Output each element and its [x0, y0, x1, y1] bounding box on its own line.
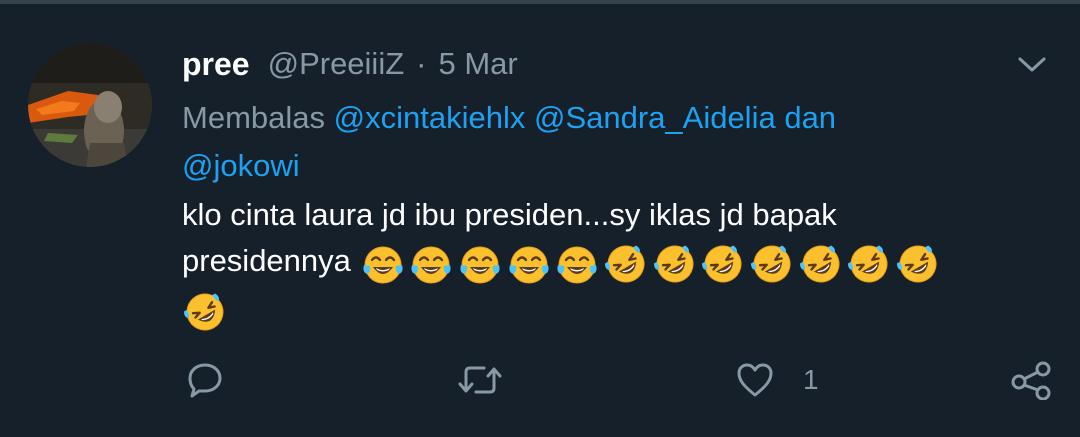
like-count: 1	[803, 364, 819, 395]
mention-xcintakiehlx[interactable]: @xcintakiehlx	[334, 100, 526, 135]
emoji-row	[182, 288, 231, 336]
rolling-on-the-floor-laughing-icon	[895, 241, 941, 287]
mention-sandra-aidelia[interactable]: @Sandra_Aidelia	[534, 100, 776, 135]
tweet-text-line-1: klo cinta laura jd ibu presiden...sy ikl…	[182, 197, 837, 232]
face-with-tears-of-joy-icon	[554, 241, 600, 287]
mention-jokowi[interactable]: @jokowi	[182, 148, 300, 183]
rolling-on-the-floor-laughing-icon	[603, 241, 649, 287]
retweet-button[interactable]	[456, 355, 504, 405]
display-name[interactable]: pree	[182, 46, 250, 83]
face-with-tears-of-joy-icon	[408, 241, 454, 287]
rolling-on-the-floor-laughing-icon	[182, 289, 228, 335]
rolling-on-the-floor-laughing-icon	[652, 241, 698, 287]
tweet-body: klo cinta laura jd ibu presiden...sy ikl…	[182, 192, 1032, 335]
face-with-tears-of-joy-icon	[360, 241, 406, 287]
rolling-on-the-floor-laughing-icon	[749, 241, 795, 287]
rolling-on-the-floor-laughing-icon	[798, 241, 844, 287]
retweet-icon	[458, 366, 502, 394]
user-handle[interactable]: @PreeiiiZ	[268, 46, 405, 82]
rolling-on-the-floor-laughing-icon	[700, 241, 746, 287]
reply-icon	[188, 363, 222, 398]
tweet-date[interactable]: 5 Mar	[438, 46, 517, 82]
reply-prefix: Membalas	[182, 100, 325, 135]
face-with-tears-of-joy-icon	[506, 241, 552, 287]
rolling-on-the-floor-laughing-icon	[846, 241, 892, 287]
tweet-text-line-2: presidennya	[182, 243, 351, 278]
reply-button[interactable]	[186, 355, 224, 405]
reply-context: Membalas @xcintakiehlx @Sandra_Aidelia d…	[182, 94, 982, 190]
like-button[interactable]: 1	[735, 355, 819, 405]
tweet-header: pree @PreeiiiZ · 5 Mar	[182, 44, 518, 84]
top-divider	[0, 0, 1080, 4]
tweet-actions: 1	[0, 355, 1080, 405]
share-icon	[1011, 361, 1051, 400]
separator-dot: ·	[416, 46, 427, 81]
face-with-tears-of-joy-icon	[457, 241, 503, 287]
reply-conjunction[interactable]: dan	[784, 100, 836, 135]
share-button[interactable]	[1010, 355, 1052, 405]
chevron-down-icon[interactable]	[1016, 52, 1048, 76]
emoji-row	[360, 239, 944, 287]
heart-icon	[737, 363, 773, 397]
avatar[interactable]	[28, 43, 152, 167]
